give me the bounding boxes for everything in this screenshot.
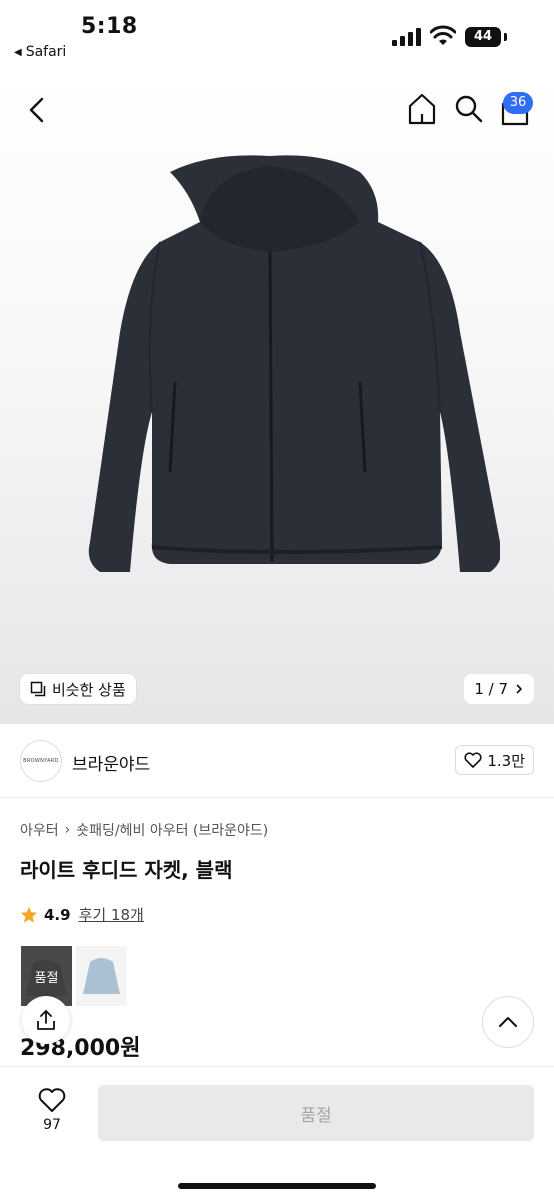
- heart-outline-icon: [38, 1088, 66, 1112]
- similar-products-label: 비슷한 상품: [52, 680, 126, 699]
- similar-products-button[interactable]: 비슷한 상품: [20, 674, 136, 704]
- chevron-up-icon: [499, 1017, 517, 1027]
- brand-row: BROWNYARD 브라운야드 1.3만: [0, 724, 554, 798]
- brand-like-button[interactable]: 1.3만: [455, 745, 534, 775]
- product-image-gallery[interactable]: 36 비슷한 상품 1 / 7: [0, 70, 554, 724]
- back-triangle-icon: ◀: [14, 46, 22, 58]
- wishlist-button[interactable]: 97: [28, 1087, 76, 1133]
- wifi-icon: [430, 25, 456, 45]
- breadcrumb: 아우터 › 숏패딩/헤비 아우터 (브라운야드): [20, 820, 268, 840]
- search-icon[interactable]: [454, 94, 484, 124]
- cart-count-badge: 36: [503, 92, 533, 114]
- cellular-signal-icon: [392, 28, 421, 46]
- brand-logo[interactable]: BROWNYARD: [20, 740, 62, 782]
- battery-icon: 44: [465, 27, 507, 47]
- share-icon: [37, 1010, 55, 1030]
- wishlist-count: 97: [43, 1117, 61, 1133]
- product-title: 라이트 후디드 자켓, 블랙: [20, 858, 233, 882]
- breadcrumb-item[interactable]: 아우터: [20, 820, 59, 840]
- breadcrumb-separator-icon: ›: [64, 822, 71, 838]
- home-icon[interactable]: [406, 92, 438, 126]
- battery-level: 44: [465, 27, 501, 47]
- status-time: 5:18: [81, 14, 138, 39]
- image-pager[interactable]: 1 / 7: [464, 674, 534, 704]
- heart-icon: [464, 752, 482, 768]
- back-chevron-icon[interactable]: [26, 96, 48, 124]
- image-pager-text: 1 / 7: [474, 680, 508, 698]
- product-photo-jacket: [88, 155, 500, 572]
- home-indicator: [178, 1183, 376, 1189]
- breadcrumb-item[interactable]: 숏패딩/헤비 아우터 (브라운야드): [76, 820, 268, 840]
- status-bar: 5:18 ◀ Safari 44: [0, 0, 554, 70]
- brand-like-count: 1.3만: [487, 751, 525, 770]
- sold-out-purchase-button[interactable]: 품절: [98, 1085, 534, 1141]
- swatch-blue-jacket-image: [83, 958, 120, 994]
- back-to-app-link[interactable]: ◀ Safari: [14, 44, 66, 60]
- color-swatch-light-blue[interactable]: [76, 946, 127, 1006]
- share-button[interactable]: [22, 996, 70, 1044]
- star-icon: [20, 906, 38, 923]
- rating-row: 4.9 후기 18개: [20, 904, 144, 925]
- bottom-action-bar: 97 품절: [0, 1066, 554, 1200]
- brand-name[interactable]: 브라운야드: [72, 750, 150, 775]
- similar-icon: [30, 681, 46, 697]
- rating-score: 4.9: [44, 905, 71, 924]
- scroll-top-button[interactable]: [482, 996, 534, 1048]
- chevron-right-icon: [516, 684, 523, 694]
- back-app-label: Safari: [25, 44, 67, 60]
- review-count-link[interactable]: 후기 18개: [79, 904, 144, 925]
